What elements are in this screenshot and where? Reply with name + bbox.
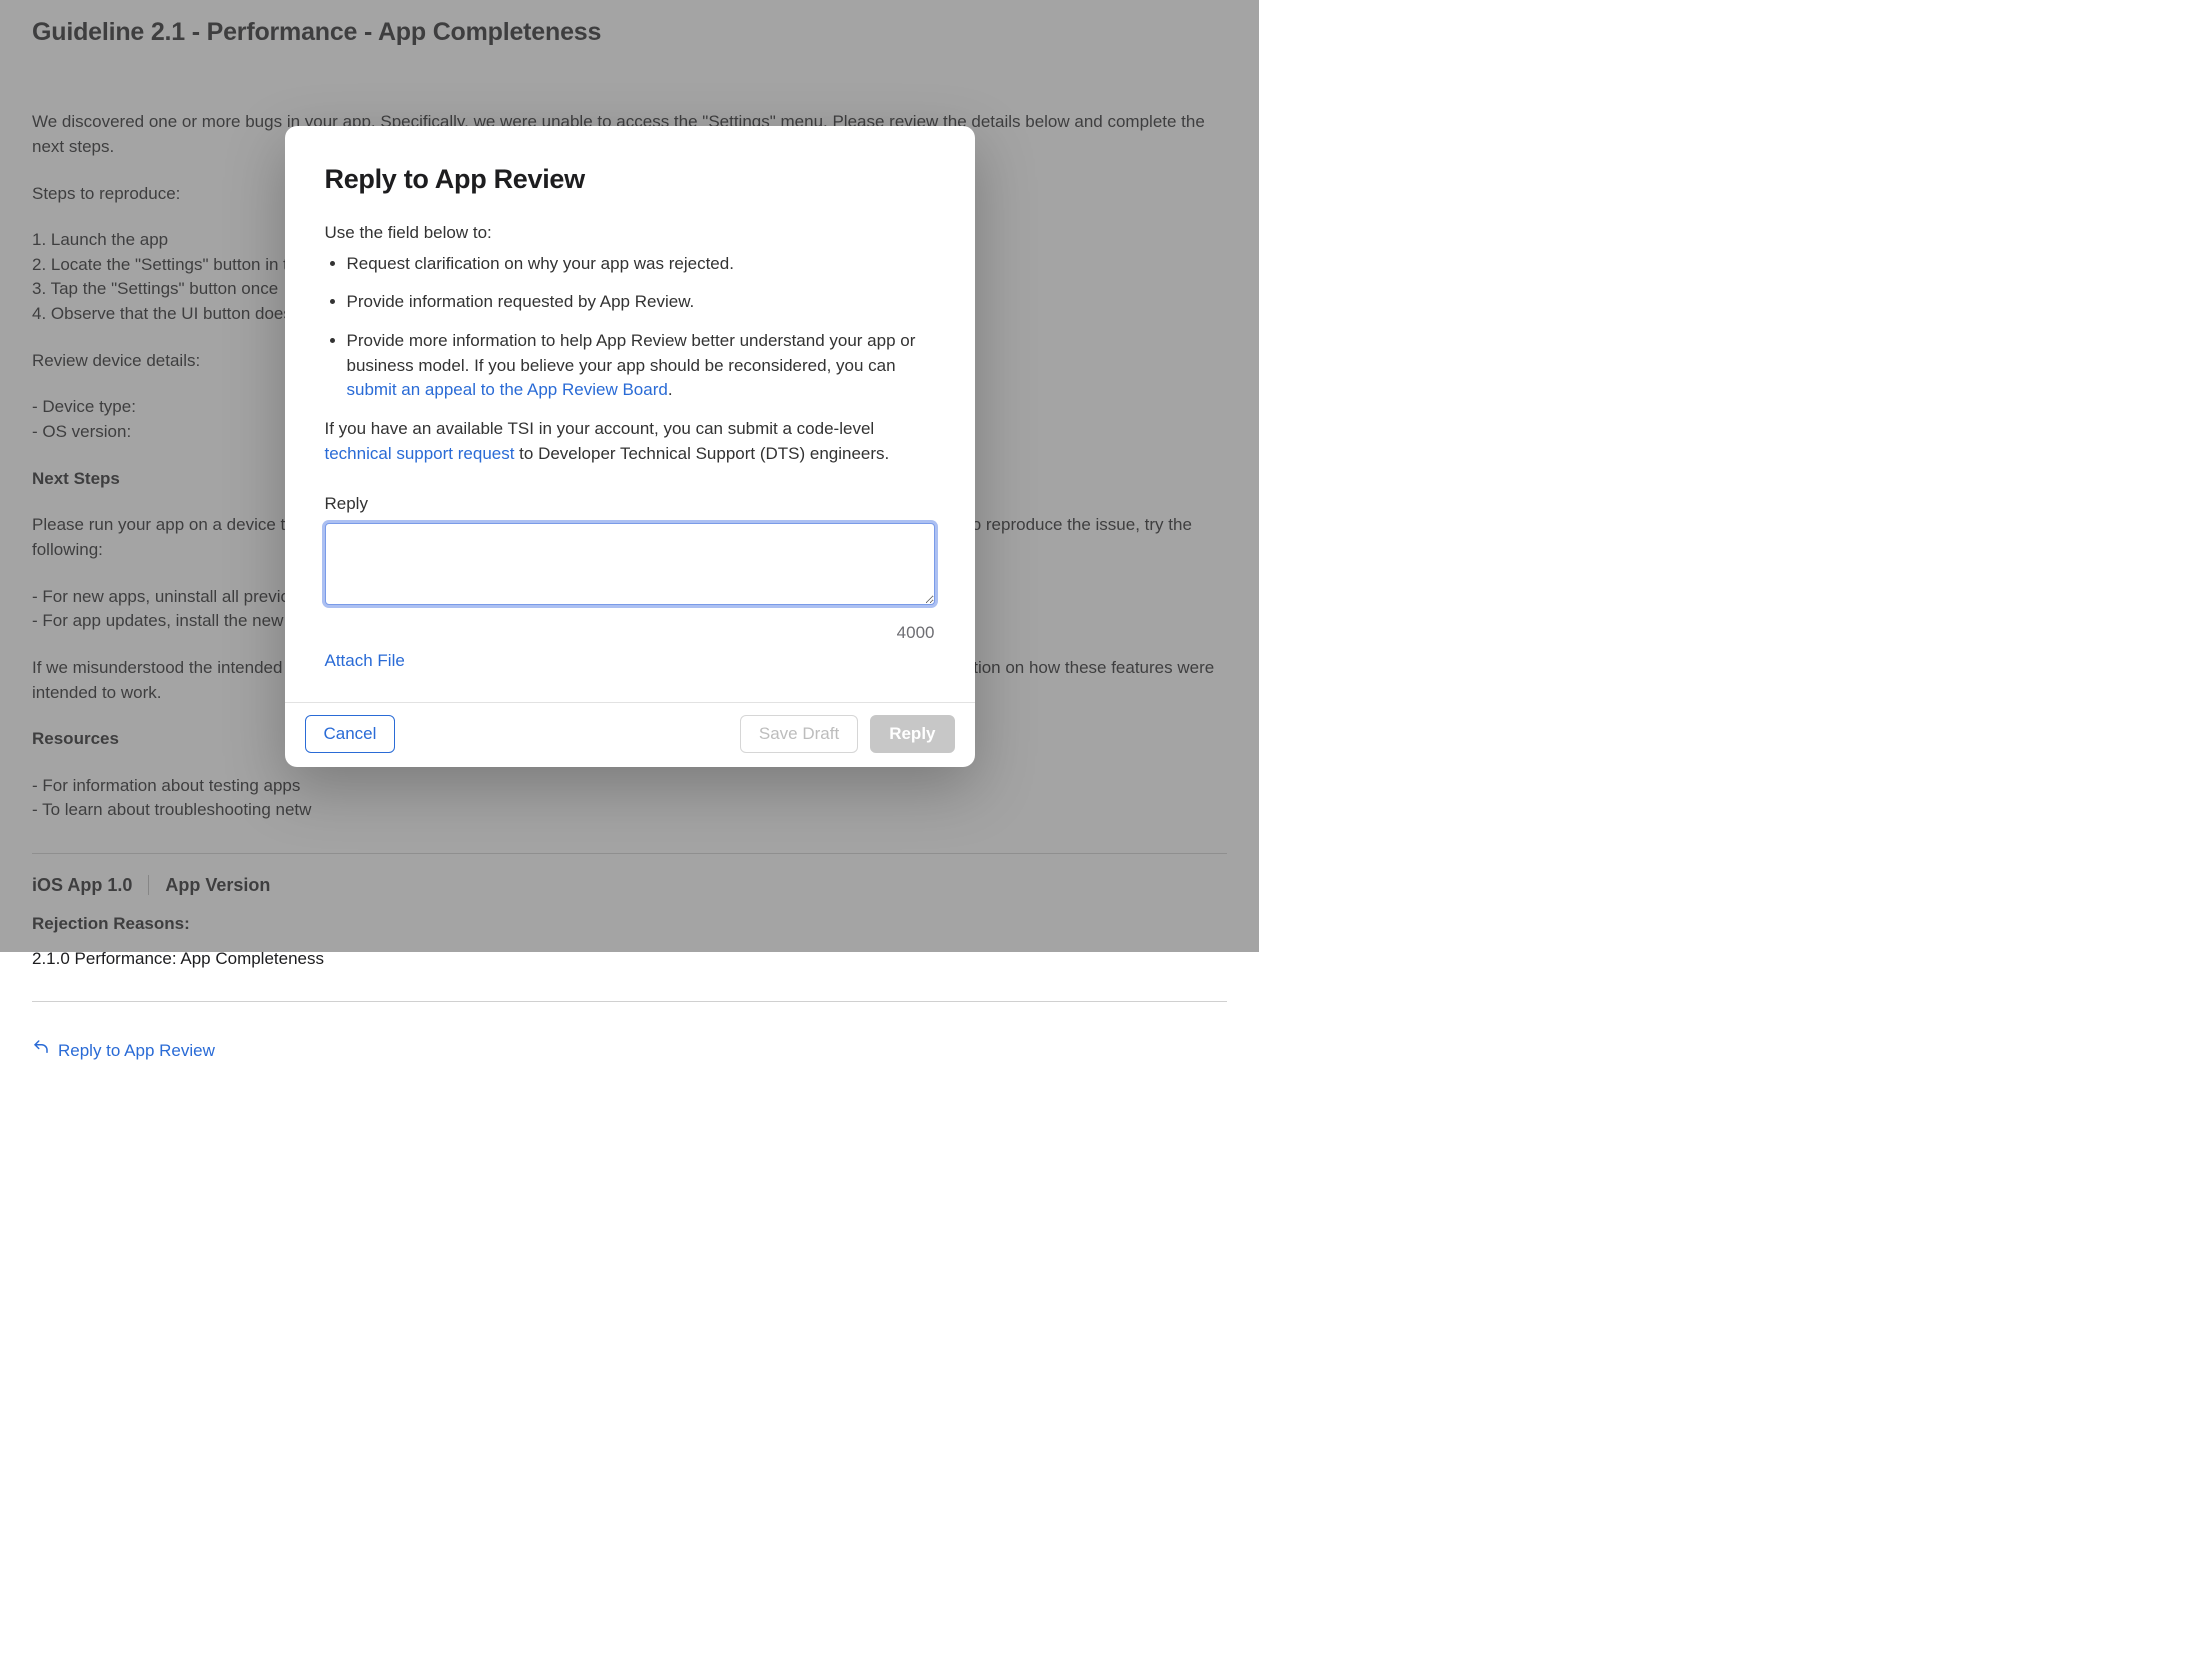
- tsi-link[interactable]: technical support request: [325, 444, 515, 463]
- tsi-pre: If you have an available TSI in your acc…: [325, 419, 875, 438]
- save-draft-button[interactable]: Save Draft: [740, 715, 858, 753]
- reply-arrow-icon: [32, 1038, 50, 1064]
- reply-link[interactable]: Reply to App Review: [32, 1038, 215, 1064]
- reply-textarea-wrap: [325, 523, 935, 613]
- divider: [32, 1001, 1227, 1002]
- bullet-item: Provide information requested by App Rev…: [347, 290, 935, 315]
- bullet-item: Request clarification on why your app wa…: [347, 252, 935, 277]
- attach-file-link[interactable]: Attach File: [325, 649, 405, 674]
- reply-textarea[interactable]: [325, 523, 935, 605]
- modal-title: Reply to App Review: [325, 160, 935, 199]
- modal-footer: Cancel Save Draft Reply: [285, 702, 975, 767]
- bullet-item: Provide more information to help App Rev…: [347, 329, 935, 403]
- modal-bullets: Request clarification on why your app wa…: [325, 252, 935, 403]
- tsi-post: to Developer Technical Support (DTS) eng…: [514, 444, 889, 463]
- char-counter: 4000: [325, 621, 935, 646]
- modal-intro: Use the field below to:: [325, 221, 935, 246]
- reply-button[interactable]: Reply: [870, 715, 954, 753]
- tsi-note: If you have an available TSI in your acc…: [325, 417, 935, 466]
- cancel-button[interactable]: Cancel: [305, 715, 396, 753]
- reply-modal: Reply to App Review Use the field below …: [285, 126, 975, 767]
- appeal-link[interactable]: submit an appeal to the App Review Board: [347, 380, 668, 399]
- reply-field-label: Reply: [325, 492, 935, 517]
- modal-body: Reply to App Review Use the field below …: [285, 126, 975, 702]
- reply-link-label: Reply to App Review: [58, 1039, 215, 1064]
- bullet-text: Provide more information to help App Rev…: [347, 331, 916, 375]
- modal-overlay: Reply to App Review Use the field below …: [0, 0, 1259, 952]
- bullet-text-post: .: [668, 380, 673, 399]
